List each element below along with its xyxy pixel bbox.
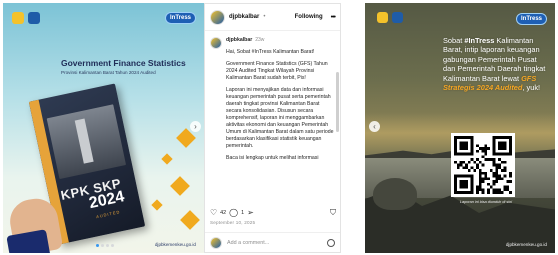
following-button[interactable]: Following [295, 14, 323, 20]
bookmark-icon[interactable]: ⛉ [330, 208, 336, 218]
kemenkeu-logo [12, 12, 40, 24]
post-header: djpbkalbar • Following ••• [205, 4, 340, 31]
caption-time: 23w [255, 37, 265, 43]
commenter-avatar [210, 237, 222, 249]
heart-icon[interactable]: ♡ [210, 209, 217, 217]
qr-code[interactable] [451, 133, 515, 197]
more-options-icon[interactable]: ••• [331, 14, 336, 21]
screenshot-frame: InTress Government Finance Statistics Pr… [0, 0, 558, 255]
left-post-image: InTress Government Finance Statistics Pr… [3, 3, 204, 253]
report-subtitle: Provinsi Kalimantan Barat Tahun 2024 Aud… [61, 70, 156, 75]
prev-arrow-icon[interactable]: ‹ [369, 121, 380, 132]
scrollbar[interactable] [336, 72, 339, 132]
instagram-post-pane: djpbkalbar • Following ••• djpbkalbar 23w… [204, 3, 341, 253]
ornament-icon [170, 176, 190, 196]
caption-paragraph-2: Government Finance Statistics (GFS) Tahu… [226, 61, 328, 81]
website-label: djpbkemenkeu.go.id [154, 242, 196, 247]
username[interactable]: djpbkalbar [229, 14, 259, 20]
separator-dot: • [263, 14, 266, 20]
like-count: 42 [220, 210, 227, 216]
avatar[interactable] [210, 9, 225, 25]
right-post-image: InTress Sobat #InTress Kalimantan Barat,… [365, 3, 555, 253]
ornament-icon [151, 199, 163, 211]
caption-username[interactable]: djpbkalbar [226, 37, 252, 43]
carousel-dots [96, 244, 114, 247]
ornament-icon [180, 210, 200, 230]
comment-count: 1 [241, 210, 245, 216]
website-label: djpbkemenkeu.go.id [505, 242, 547, 247]
report-title: Government Finance Statistics [61, 58, 186, 68]
caption-avatar[interactable] [210, 37, 222, 49]
caption-area: djpbkalbar 23w Hai, Sobat #InTress Kalima… [205, 32, 340, 200]
next-arrow-icon[interactable]: › [190, 121, 201, 132]
intress-badge: InTress [164, 12, 196, 24]
caption-paragraph-1: Hai, Sobat #InTress Kalimantan Barat! [226, 49, 315, 55]
action-bar: ♡ 42 ◯ 1 ➢ ⛉ [210, 208, 336, 218]
comment-input[interactable]: Add a comment... [227, 240, 269, 246]
comment-bar: Add a comment... [205, 232, 340, 253]
caption-paragraph-3: Laporan ini menyajikan data dan informas… [226, 87, 334, 149]
comment-icon[interactable]: ◯ [229, 209, 238, 217]
intress-badge: InTress [515, 13, 547, 25]
post-date: September 10, 2025 [210, 220, 256, 225]
qr-caption: Laporan ini bisa diunduh di sini [459, 200, 513, 204]
ornament-icon [161, 153, 173, 165]
share-icon[interactable]: ➢ [247, 209, 254, 217]
kemenkeu-logo [377, 12, 403, 23]
promo-text: Sobat #InTress Kalimantan Barat, intip l… [443, 36, 546, 93]
caption-text: djpbkalbar 23w Hai, Sobat #InTress Kalima… [226, 37, 334, 167]
caption-paragraph-4: Baca isi lengkap untuk melihat informasi [226, 155, 319, 161]
emoji-icon[interactable] [327, 239, 335, 247]
